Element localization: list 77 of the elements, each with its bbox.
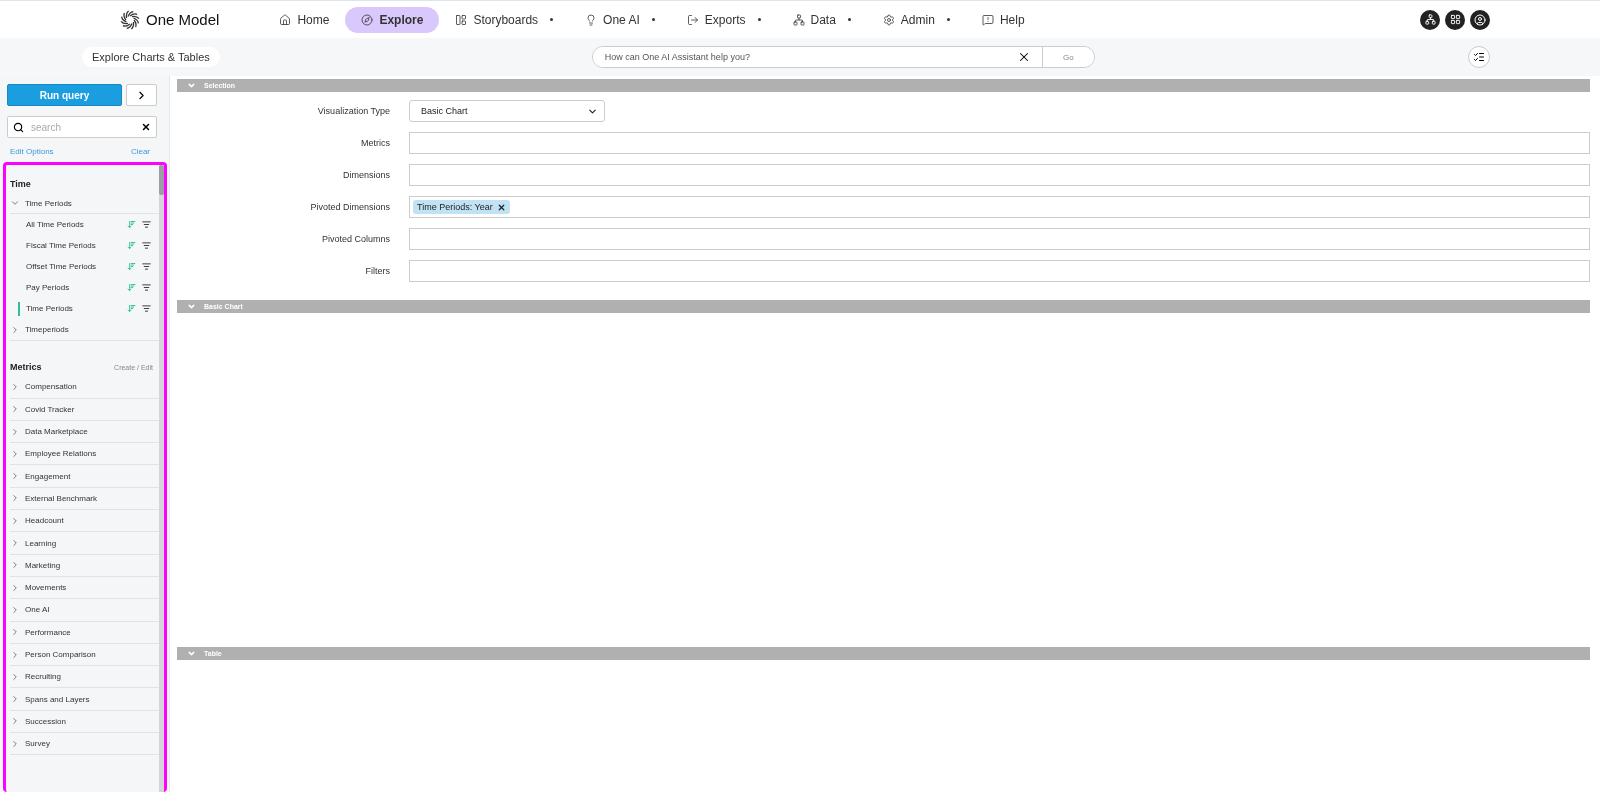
chevron-right-icon [10, 404, 20, 415]
filter-icon[interactable] [142, 241, 151, 250]
chevron-right-icon [10, 582, 20, 593]
chevron-right-icon [10, 738, 20, 749]
nav-tab[interactable]: Storyboards [439, 6, 570, 33]
section-title: Time [10, 179, 31, 189]
logo-icon [120, 9, 140, 30]
feedback-icon [981, 13, 994, 26]
chevron-right-icon [10, 426, 20, 437]
assistant-field[interactable]: How can One AI Assistant help you? Go [591, 46, 1095, 68]
chevron-right-icon [10, 448, 20, 459]
field-label: Filters [364, 266, 390, 276]
token-chip[interactable]: Time Periods: Year [413, 200, 510, 214]
filter-icon[interactable] [142, 304, 151, 313]
chevron-right-icon [10, 627, 20, 638]
nav-tab[interactable]: Help [965, 6, 1041, 33]
chevron-right-icon [10, 560, 20, 571]
scrollbar[interactable] [159, 165, 164, 792]
hierarchy-icon [792, 13, 805, 26]
token-field[interactable] [409, 132, 1590, 154]
lightbulb-icon [585, 13, 598, 26]
field-label: Pivoted Columns [320, 234, 390, 244]
checklist-icon[interactable] [1468, 46, 1490, 68]
tree-item[interactable]: Offset Time Periods [10, 256, 159, 277]
chevron-right-icon [10, 493, 20, 504]
chevron-right-icon [10, 381, 20, 392]
token-field[interactable]: Time Periods: Year [409, 196, 1590, 218]
nav-tab[interactable]: One AI [569, 6, 671, 33]
tree-item[interactable]: Time Periods [10, 298, 159, 319]
field-label: Pivoted Dimensions [309, 202, 390, 212]
grid-icon[interactable] [1445, 9, 1465, 30]
home-icon [279, 13, 292, 26]
field-label: Visualization Type [316, 106, 390, 116]
chevron-right-icon [10, 538, 20, 548]
field-label: Metrics [360, 138, 390, 148]
chevron-right-icon [10, 694, 20, 705]
close-icon[interactable] [496, 202, 506, 212]
section-title: Metrics [10, 362, 42, 373]
chevron-right-icon [10, 671, 20, 682]
chevron-right-icon [10, 515, 20, 526]
nav-tab[interactable]: Home [263, 6, 346, 33]
nav-tab[interactable]: Exports [670, 6, 777, 33]
nav-tab[interactable]: Explore [345, 6, 440, 33]
chevron-right-icon [10, 649, 20, 660]
field-label: Dimensions [341, 170, 390, 180]
chevron-right-icon [10, 324, 20, 335]
filter-icon[interactable] [142, 262, 151, 271]
tree-item[interactable]: Pay Periods [10, 277, 159, 298]
chevron-down-icon [187, 649, 196, 658]
tree-item[interactable]: Fiscal Time Periods [10, 235, 159, 256]
filter-icon[interactable] [142, 220, 151, 229]
chevron-right-icon [10, 716, 20, 727]
chevron-down-icon [187, 302, 196, 311]
token-field[interactable] [409, 164, 1590, 186]
token-field[interactable] [409, 228, 1590, 250]
tree-item[interactable]: All Time Periods [10, 214, 159, 235]
gear-icon [882, 13, 895, 26]
layout-icon [455, 13, 468, 26]
hierarchy-icon[interactable] [1420, 9, 1440, 30]
user-icon[interactable] [1470, 9, 1490, 30]
visualization-select[interactable]: Basic Chart [409, 100, 605, 122]
filter-icon[interactable] [142, 283, 151, 292]
exit-icon [686, 13, 699, 26]
chevron-right-icon [10, 604, 20, 615]
compass-icon [361, 13, 374, 26]
search-field[interactable]: search [7, 116, 157, 138]
search-icon [13, 121, 24, 133]
chevron-down-icon [10, 198, 20, 208]
page-title: Explore Charts & Tables [82, 47, 220, 67]
nav-tab[interactable]: Admin [866, 6, 966, 33]
clear-icon[interactable] [141, 122, 151, 132]
go-button[interactable]: Go [1041, 47, 1094, 67]
chevron-down-icon [187, 81, 196, 90]
chevron-right-icon [10, 471, 20, 482]
brand-name: One Model [146, 11, 220, 28]
token-field[interactable] [409, 260, 1590, 282]
nav-tab[interactable]: Data [776, 6, 867, 33]
